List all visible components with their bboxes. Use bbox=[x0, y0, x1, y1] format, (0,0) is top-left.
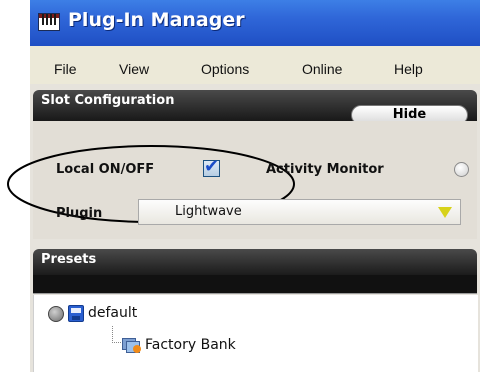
bank-folder-icon bbox=[122, 335, 142, 353]
local-on-off-label: Local ON/OFF bbox=[56, 162, 155, 177]
menu-help[interactable]: Help bbox=[394, 61, 423, 77]
plugin-select-value: Lightwave bbox=[175, 204, 242, 219]
presets-header-bottom bbox=[33, 275, 477, 294]
menu-file[interactable]: File bbox=[54, 61, 77, 77]
preset-item-factory-bank[interactable]: Factory Bank bbox=[145, 337, 236, 353]
title-bar[interactable]: Plug-In Manager bbox=[30, 0, 480, 46]
keyboard-app-icon bbox=[38, 13, 60, 31]
menu-bar: File View Options Online Help bbox=[30, 46, 480, 84]
disk-icon bbox=[68, 305, 84, 322]
checkmark-icon: ✔ bbox=[204, 156, 220, 177]
window-title: Plug-In Manager bbox=[68, 9, 245, 31]
menu-online[interactable]: Online bbox=[302, 61, 342, 77]
plugin-manager-window: Plug-In Manager File View Options Online… bbox=[7, 0, 480, 372]
presets-title: Presets bbox=[41, 252, 97, 267]
activity-monitor-label: Activity Monitor bbox=[266, 162, 384, 177]
menu-view[interactable]: View bbox=[119, 61, 149, 77]
plugin-select[interactable]: Lightwave bbox=[138, 199, 461, 225]
local-on-off-checkbox[interactable]: ✔ bbox=[203, 156, 220, 177]
slot-configuration-title: Slot Configuration bbox=[41, 93, 175, 108]
activity-monitor-indicator[interactable] bbox=[454, 162, 469, 177]
menu-options[interactable]: Options bbox=[201, 61, 249, 77]
dropdown-arrow-icon[interactable] bbox=[438, 207, 452, 218]
plugin-label: Plugin bbox=[56, 206, 103, 221]
slot-configuration-header: Slot Configuration Hide bbox=[33, 90, 477, 125]
gear-icon[interactable] bbox=[48, 306, 64, 322]
preset-item-default[interactable]: default bbox=[88, 305, 137, 321]
